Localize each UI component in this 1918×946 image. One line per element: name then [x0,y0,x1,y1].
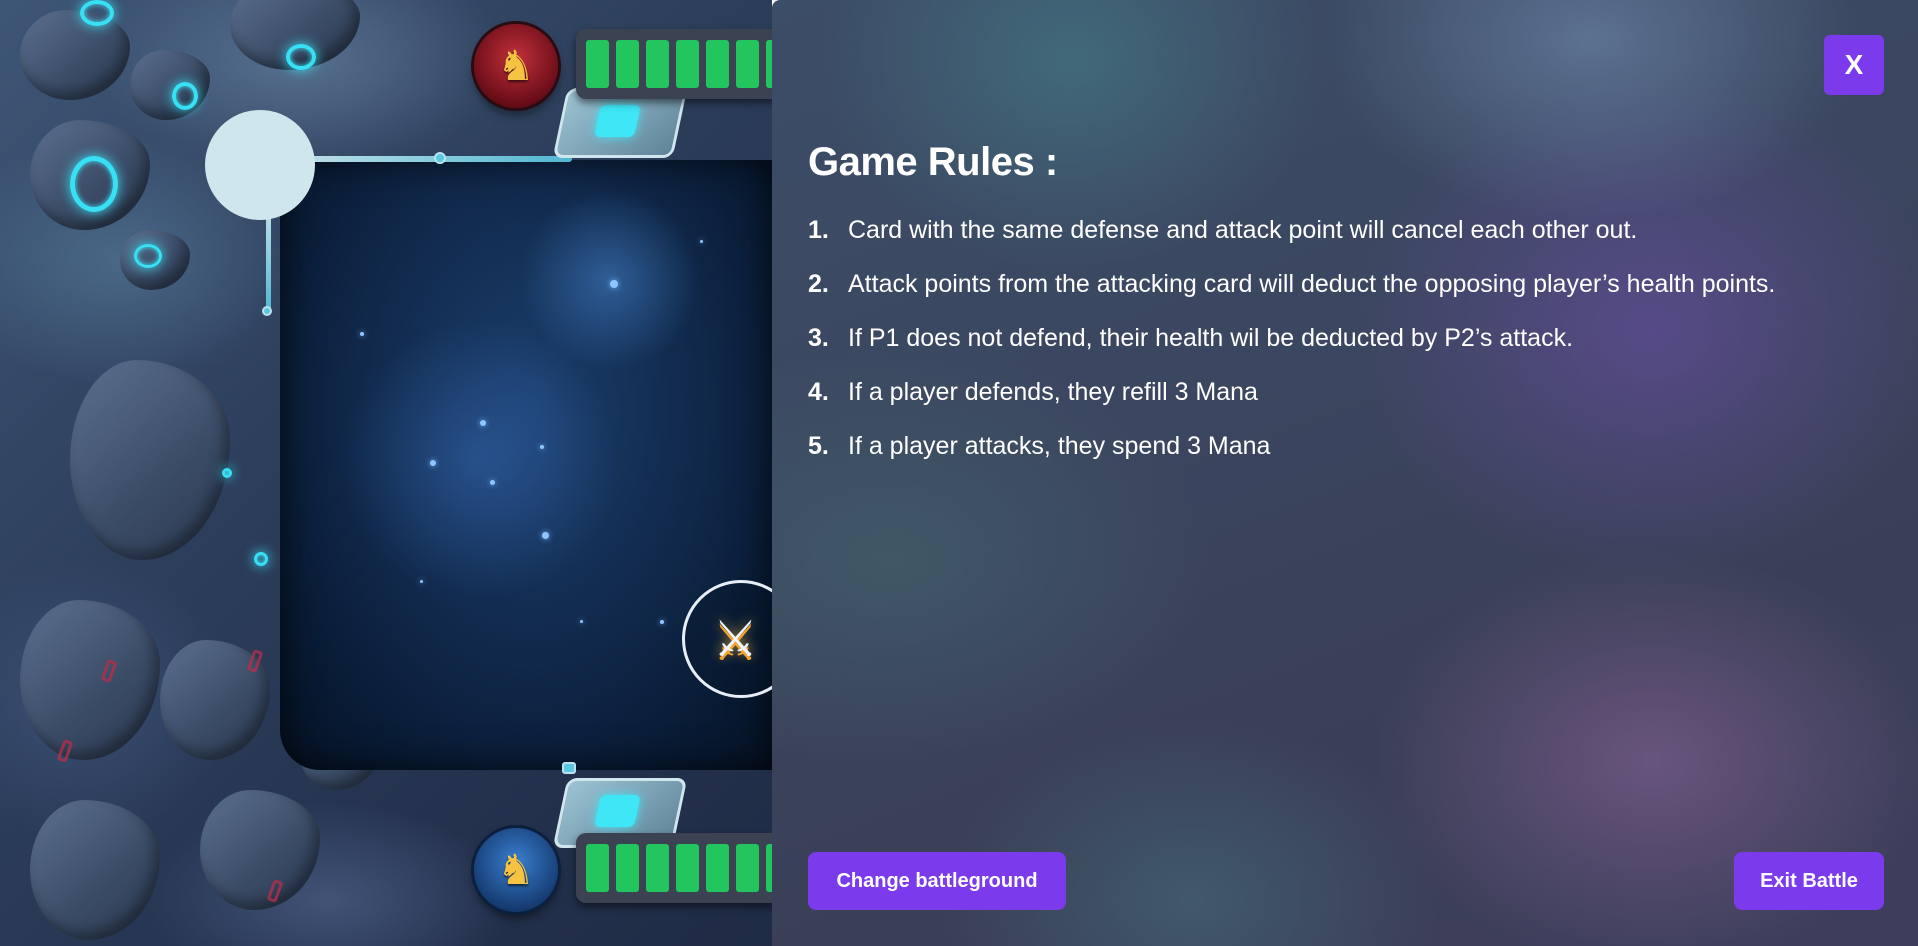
rule-text: Card with the same defense and attack po… [848,216,1638,244]
glowing-rune-icon [172,82,198,110]
rock [20,600,160,760]
star [430,460,436,466]
crossed-swords-icon: ⚔ [713,610,758,668]
rule-item: 4. If a player defends, they refill 3 Ma… [808,378,1898,432]
star [480,420,486,426]
player1-health-bar [576,833,772,903]
wire-node [434,152,446,164]
player1-avatar: ♞ [474,828,558,912]
energy-wire [266,214,271,314]
glowing-rune-icon [286,44,316,70]
glowing-rune-icon [134,244,162,268]
rule-item: 5. If a player attacks, they spend 3 Man… [808,432,1898,486]
star [610,280,618,288]
health-segment [586,40,609,88]
health-segment [646,844,669,892]
health-segment [676,40,699,88]
health-segment [616,40,639,88]
star [540,445,544,449]
rock [130,50,210,120]
rule-item: 2. Attack points from the attacking card… [808,270,1898,324]
player2-health-bar [576,29,772,99]
star [542,532,549,539]
health-segment [706,844,729,892]
rule-number: 5. [808,432,829,460]
rock [200,790,320,910]
health-segment [736,844,759,892]
blue-knight-avatar-icon: ♞ [497,845,535,894]
wire-node [562,762,576,774]
star [660,620,664,624]
game-rules-panel: X Game Rules : 1. Card with the same def… [772,0,1918,946]
rule-text: Attack points from the attacking card wi… [848,270,1776,298]
rule-number: 3. [808,324,829,352]
player2-avatar: ♞ [474,24,558,108]
board-node-circle [205,110,315,220]
glowing-rune-icon [254,552,268,566]
health-segment [676,844,699,892]
rules-list: 1. Card with the same defense and attack… [808,216,1898,486]
close-button[interactable]: X [1824,35,1884,95]
rule-item: 1. Card with the same defense and attack… [808,216,1898,270]
star [490,480,495,485]
health-segment [586,844,609,892]
glowing-rune-icon [222,468,232,478]
change-battleground-button[interactable]: Change battleground [808,852,1066,910]
rule-text: If a player defends, they refill 3 Mana [848,378,1258,406]
exit-battle-button[interactable]: Exit Battle [1734,852,1884,910]
wire-node [262,306,272,316]
rule-number: 4. [808,378,829,406]
battleground: ♞ ⚔ ♞ [0,0,772,946]
star [700,240,703,243]
rock [20,10,130,100]
star [420,580,423,583]
rock [30,800,160,940]
rule-text: If a player attacks, they spend 3 Mana [848,432,1271,460]
rock [70,360,230,560]
health-segment [706,40,729,88]
star [580,620,583,623]
glowing-rune-icon [70,156,118,212]
rule-number: 1. [808,216,829,244]
red-knight-avatar-icon: ♞ [497,41,535,90]
health-segment [616,844,639,892]
rule-item: 3. If P1 does not defend, their health w… [808,324,1898,378]
health-segment [646,40,669,88]
star [360,332,364,336]
glowing-rune-icon [80,0,114,26]
rule-text: If P1 does not defend, their health wil … [848,324,1574,352]
health-segment [736,40,759,88]
rules-title: Game Rules : [808,140,1058,184]
rule-number: 2. [808,270,829,298]
